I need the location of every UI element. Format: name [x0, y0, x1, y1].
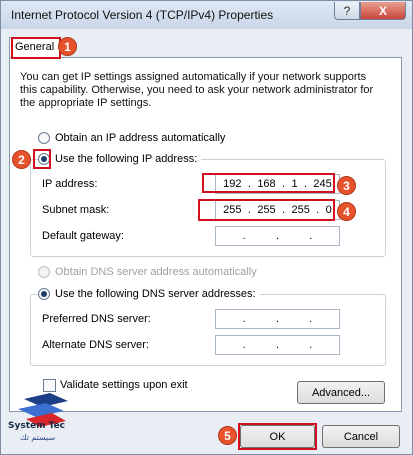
step-marker-3: 3: [337, 176, 356, 195]
step-marker-2: 2: [12, 150, 31, 169]
subnet-mask-label: Subnet mask:: [42, 204, 110, 216]
alternate-dns-input[interactable]: . . .: [215, 335, 340, 355]
title-bar: Internet Protocol Version 4 (TCP/IPv4) P…: [1, 1, 412, 29]
ip-address-label: IP address:: [42, 178, 98, 190]
use-dns-option[interactable]: Use the following DNS server addresses:: [38, 288, 260, 300]
use-dns-radio[interactable]: [38, 288, 50, 300]
highlight-use-ip-radio: [33, 149, 51, 169]
use-dns-label: Use the following DNS server addresses:: [55, 288, 256, 300]
use-ip-label: Use the following IP address:: [55, 153, 198, 165]
obtain-ip-auto-radio[interactable]: [38, 132, 50, 144]
advanced-button[interactable]: Advanced...: [297, 381, 385, 404]
highlight-general-tab: [11, 37, 61, 59]
obtain-dns-auto-option: Obtain DNS server address automatically: [38, 266, 257, 278]
highlight-subnet-mask: [198, 199, 335, 221]
preferred-dns-input[interactable]: . . .: [215, 309, 340, 329]
dns-settings-group: [30, 294, 386, 366]
preferred-dns-label: Preferred DNS server:: [42, 313, 151, 325]
highlight-ip-address: [202, 173, 335, 193]
description-text: You can get IP settings assigned automat…: [20, 71, 374, 109]
alternate-dns-label: Alternate DNS server:: [42, 339, 149, 351]
obtain-ip-auto-label: Obtain an IP address automatically: [55, 132, 226, 144]
cancel-button[interactable]: Cancel: [322, 425, 400, 448]
obtain-dns-auto-label: Obtain DNS server address automatically: [55, 266, 257, 278]
help-button[interactable]: ?: [334, 2, 360, 20]
default-gateway-label: Default gateway:: [42, 230, 124, 242]
step-marker-4: 4: [337, 202, 356, 221]
close-button[interactable]: X: [360, 2, 406, 20]
logo-name: System Tec: [8, 421, 66, 431]
highlight-ok-button: [238, 423, 317, 450]
logo-subtitle: سيستم تك: [20, 433, 56, 442]
step-marker-5: 5: [218, 426, 237, 445]
window-title: Internet Protocol Version 4 (TCP/IPv4) P…: [11, 8, 274, 22]
default-gateway-input[interactable]: . . .: [215, 226, 340, 246]
obtain-dns-auto-radio: [38, 266, 50, 278]
use-ip-option[interactable]: Use the following IP address:: [38, 153, 202, 165]
step-marker-1: 1: [58, 37, 77, 56]
obtain-ip-auto-option[interactable]: Obtain an IP address automatically: [38, 132, 225, 144]
